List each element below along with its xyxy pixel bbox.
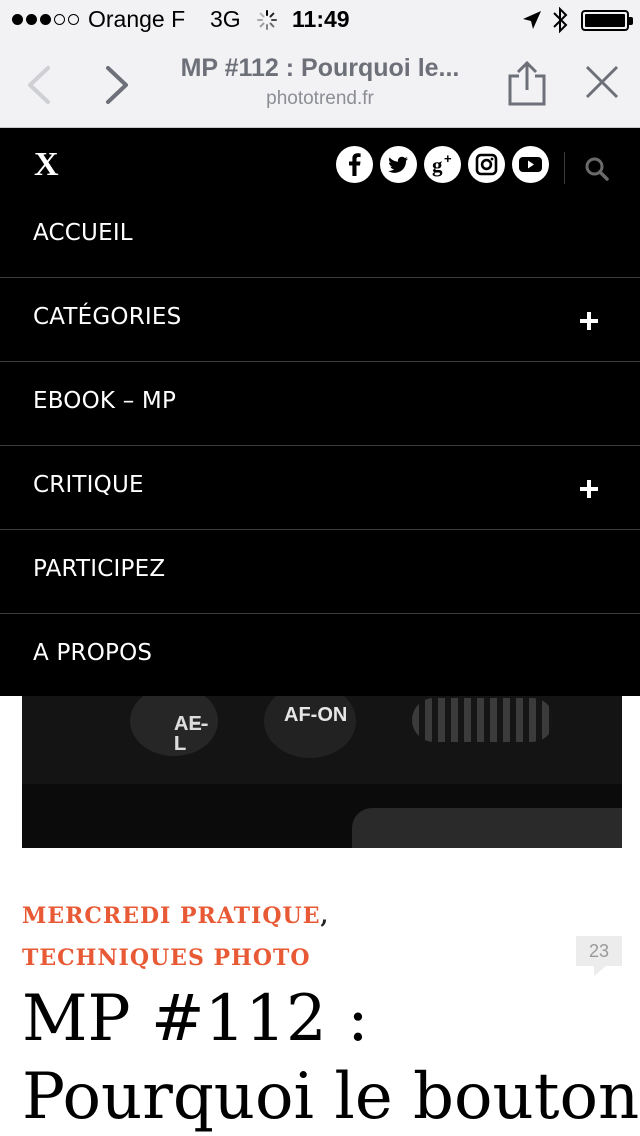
status-time: 11:49 [292, 6, 350, 32]
menu-header: X g + [0, 128, 640, 202]
menu-item-label: EBOOK – MP [33, 388, 177, 414]
svg-text:g: g [432, 153, 443, 177]
menu-item-label: PARTICIPEZ [33, 556, 166, 582]
share-icon[interactable] [504, 60, 550, 108]
site-menu: X g + ACCUEIL CATÉGORIES EBOOK – MP CRIT… [0, 128, 640, 696]
instagram-icon[interactable] [468, 146, 505, 183]
network-type: 3G [210, 6, 241, 32]
af-on-button-graphic: AF-ON [264, 696, 356, 758]
menu-item-accueil[interactable]: ACCUEIL [0, 194, 640, 278]
forward-icon[interactable] [100, 64, 134, 106]
menu-item-ebook-mp[interactable]: EBOOK – MP [0, 362, 640, 446]
google-plus-icon[interactable]: g + [424, 146, 461, 183]
ae-l-button-graphic: AE-L AF-L [130, 696, 218, 756]
menu-item-label: CATÉGORIES [33, 304, 182, 330]
close-icon[interactable] [582, 62, 622, 102]
browser-chrome: Orange F 3G 11:49 MP #112 : Pourquoi le.… [0, 0, 640, 128]
category-link-mercredi-pratique[interactable]: MERCREDI PRATIQUE [22, 903, 320, 929]
menu-item-label: ACCUEIL [33, 220, 133, 246]
loading-spinner-icon [257, 10, 277, 30]
menu-item-critique[interactable]: CRITIQUE [0, 446, 640, 530]
battery-icon [581, 10, 633, 31]
camera-dial-graphic [412, 698, 554, 742]
signal-strength-icon [12, 14, 79, 25]
menu-list: ACCUEIL CATÉGORIES EBOOK – MP CRITIQUE P… [0, 194, 640, 698]
menu-close-button[interactable]: X [34, 146, 59, 184]
menu-item-participez[interactable]: PARTICIPEZ [0, 530, 640, 614]
article-title-line-2: Pourquoi le bouton [22, 1060, 640, 1134]
carrier-name: Orange F [88, 6, 186, 32]
back-icon[interactable] [22, 64, 56, 106]
location-arrow-icon [523, 11, 541, 29]
search-icon[interactable] [584, 156, 610, 182]
bluetooth-icon [553, 6, 568, 34]
twitter-icon[interactable] [380, 146, 417, 183]
menu-item-label: A PROPOS [33, 640, 153, 666]
status-bar: Orange F 3G 11:49 [0, 0, 640, 40]
svg-text:+: + [444, 151, 452, 166]
af-on-label: AF-ON [284, 704, 348, 726]
expand-plus-icon[interactable] [580, 480, 598, 498]
page-title[interactable]: MP #112 : Pourquoi le... [150, 54, 490, 83]
camera-grip-graphic [352, 808, 622, 848]
menu-item-categories[interactable]: CATÉGORIES [0, 278, 640, 362]
article-hero-image[interactable]: AE-L AF-L AF-ON [22, 696, 622, 848]
comment-count-badge[interactable]: 23 [576, 936, 622, 976]
article-title: MP #112 : Pourquoi le bouton [22, 980, 640, 1136]
menu-item-a-propos[interactable]: A PROPOS [0, 614, 640, 698]
facebook-icon[interactable] [336, 146, 373, 183]
header-divider [564, 152, 565, 184]
page-url[interactable]: phototrend.fr [150, 88, 490, 110]
category-separator: , [320, 903, 330, 929]
youtube-icon[interactable] [512, 146, 549, 183]
expand-plus-icon[interactable] [580, 312, 598, 330]
menu-item-label: CRITIQUE [33, 472, 144, 498]
article-categories: MERCREDI PRATIQUE, TECHNIQUES PHOTO [22, 895, 562, 979]
social-links: g + [336, 146, 549, 183]
category-link-techniques-photo[interactable]: TECHNIQUES PHOTO [22, 945, 311, 971]
article-title-line-1: MP #112 : [22, 982, 369, 1056]
